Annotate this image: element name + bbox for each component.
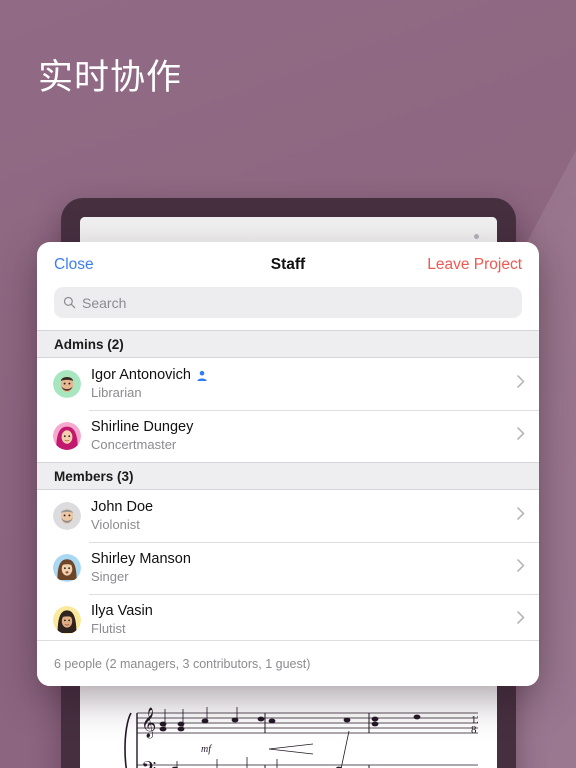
- list-item-name: Igor Antonovich: [91, 367, 191, 383]
- memoji-avatar-icon: [53, 606, 81, 634]
- list-item-role: Concertmaster: [91, 437, 177, 452]
- person-badge-icon: [196, 370, 208, 382]
- list-item-text: Ilya Vasin Flutist: [91, 603, 509, 637]
- memoji-avatar-icon: [53, 502, 81, 530]
- list-item-name-row: Shirline Dungey: [91, 419, 509, 436]
- avatar: [53, 370, 81, 398]
- chevron-right-icon: [517, 427, 525, 445]
- staff-summary-footer: 6 people (2 managers, 3 contributors, 1 …: [37, 640, 539, 686]
- list-item-name: Shirline Dungey: [91, 419, 194, 435]
- search-icon: [63, 296, 76, 309]
- list-item-name-row: Igor Antonovich: [91, 367, 509, 384]
- section-header-members: Members (3): [37, 462, 539, 490]
- avatar: [53, 502, 81, 530]
- leave-project-button[interactable]: Leave Project: [427, 256, 522, 274]
- staff-list: Admins (2) Igor Antonovich Librarian Shi…: [37, 330, 539, 640]
- list-item-text: Shirline Dungey Concertmaster: [91, 419, 509, 453]
- list-item-name: Ilya Vasin: [91, 603, 153, 619]
- list-item[interactable]: Ilya Vasin Flutist: [37, 594, 539, 640]
- list-item-role: Librarian: [91, 385, 142, 400]
- svg-text:𝄢: 𝄢: [141, 759, 156, 768]
- modal-navigation-bar: Close Staff Leave Project: [37, 242, 539, 287]
- list-item[interactable]: Igor Antonovich Librarian: [37, 358, 539, 410]
- svg-text:8: 8: [471, 724, 477, 736]
- section-header-admins: Admins (2): [37, 330, 539, 358]
- list-item-name-row: Ilya Vasin: [91, 603, 509, 620]
- list-item-text: Igor Antonovich Librarian: [91, 367, 509, 401]
- chevron-right-icon: [517, 507, 525, 525]
- memoji-avatar-icon: [53, 422, 81, 450]
- chevron-right-icon: [517, 375, 525, 393]
- list-item-role: Violonist: [91, 517, 140, 532]
- memoji-avatar-icon: [53, 554, 81, 582]
- list-item-name-row: Shirley Manson: [91, 551, 509, 568]
- search-bar-container: [37, 287, 539, 330]
- sheet-music-notation-icon: mf 12 8 12 8 𝄞 𝄢: [124, 707, 478, 768]
- staff-modal: Close Staff Leave Project Admins (2): [37, 242, 539, 686]
- list-item-text: John Doe Violonist: [91, 499, 509, 533]
- avatar: [53, 606, 81, 634]
- list-item-name-row: John Doe: [91, 499, 509, 516]
- list-item[interactable]: Shirley Manson Singer: [37, 542, 539, 594]
- staff-summary-text: 6 people (2 managers, 3 contributors, 1 …: [54, 656, 311, 671]
- list-item-role: Flutist: [91, 621, 126, 636]
- chevron-right-icon: [517, 559, 525, 577]
- avatar: [53, 422, 81, 450]
- chevron-right-icon: [517, 611, 525, 629]
- page-title: 实时协作: [38, 58, 183, 97]
- close-button[interactable]: Close: [54, 256, 94, 274]
- search-input[interactable]: [82, 294, 513, 311]
- list-item-role: Singer: [91, 569, 129, 584]
- svg-text:𝄞: 𝄞: [141, 707, 156, 739]
- list-item-name: Shirley Manson: [91, 551, 191, 567]
- memoji-avatar-icon: [53, 370, 81, 398]
- toolbar-dot-icon: [474, 234, 479, 239]
- list-item[interactable]: John Doe Violonist: [37, 490, 539, 542]
- search-field[interactable]: [54, 287, 522, 318]
- list-item-text: Shirley Manson Singer: [91, 551, 509, 585]
- svg-text:mf: mf: [201, 744, 212, 755]
- avatar: [53, 554, 81, 582]
- list-item-name: John Doe: [91, 499, 154, 515]
- list-item[interactable]: Shirline Dungey Concertmaster: [37, 410, 539, 462]
